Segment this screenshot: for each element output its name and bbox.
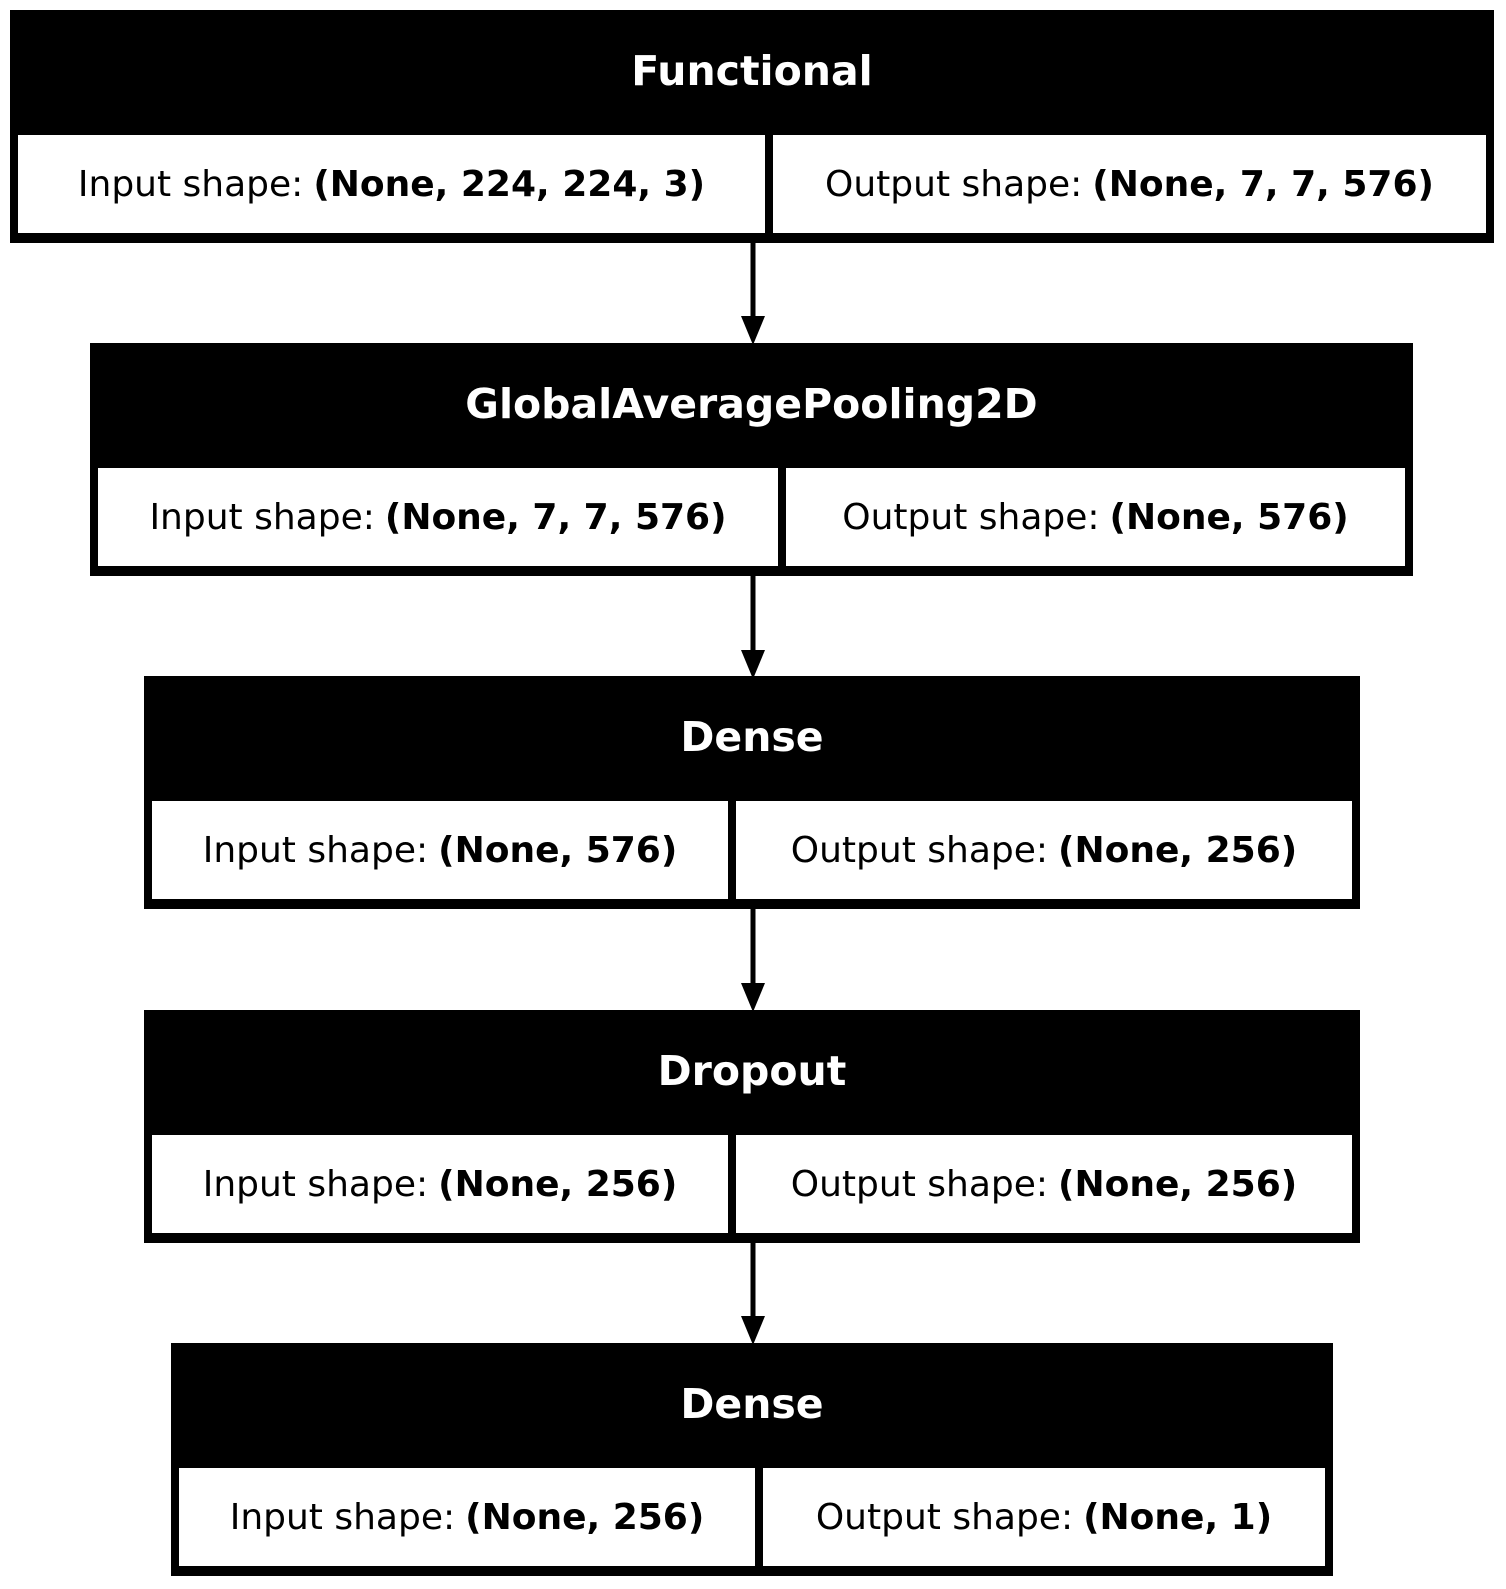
edge-arrow <box>741 576 765 679</box>
edge-arrow <box>741 243 765 345</box>
edge-arrow <box>741 909 765 1012</box>
edge-layer <box>741 243 765 1345</box>
edge-arrow <box>741 1243 765 1345</box>
